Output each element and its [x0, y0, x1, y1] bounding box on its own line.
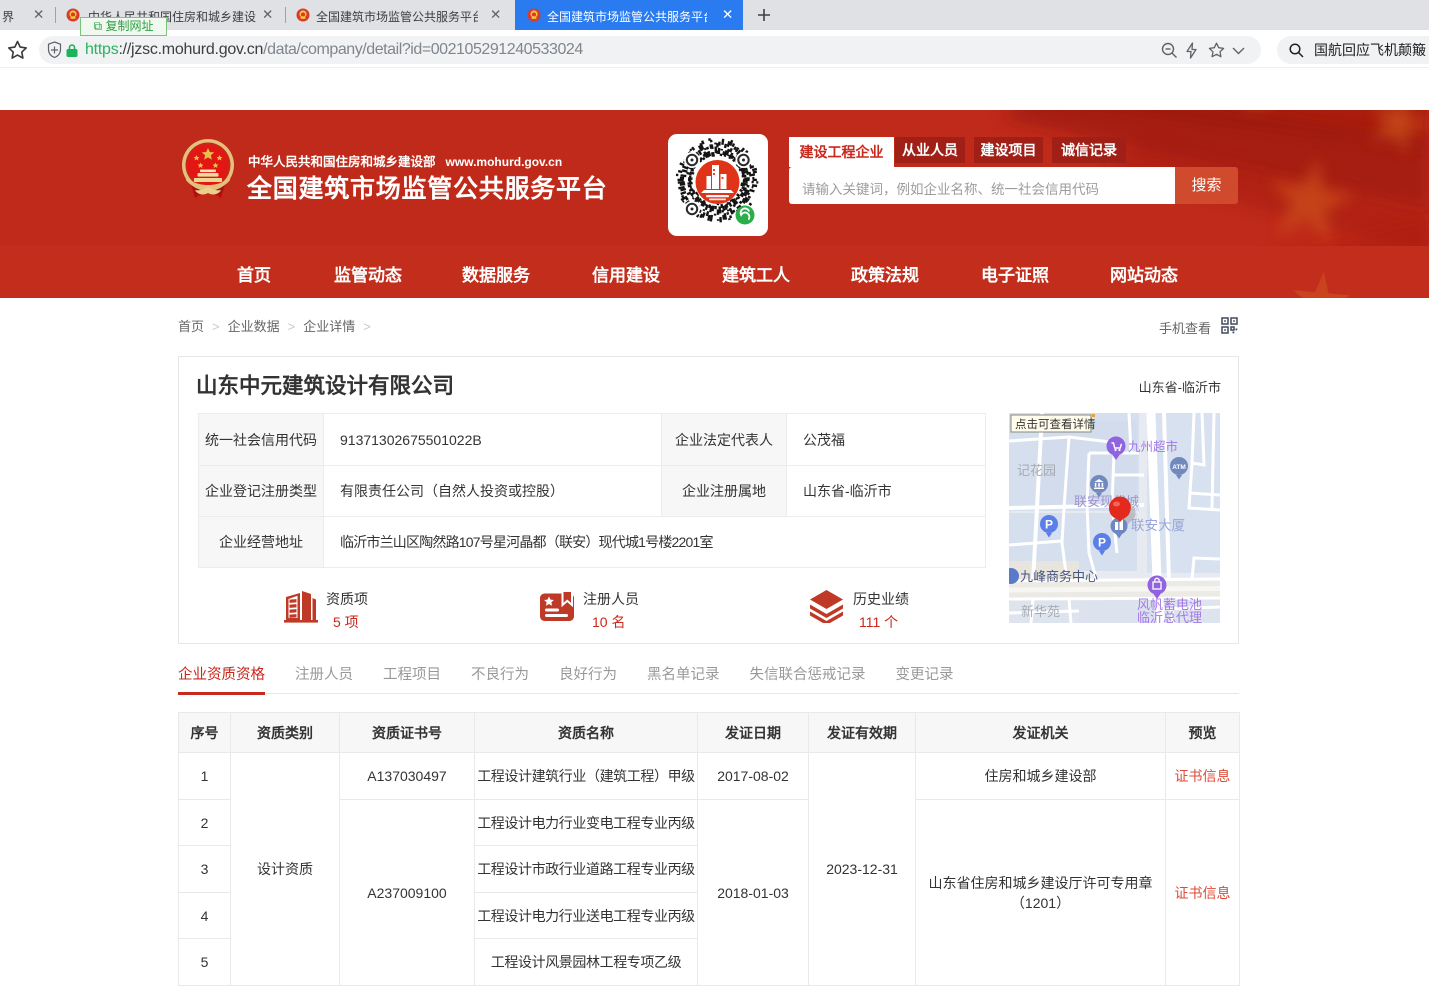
- svg-text:新华苑: 新华苑: [1021, 604, 1060, 619]
- svg-text:ATM: ATM: [1172, 464, 1186, 471]
- svg-text:联安大厦: 联安大厦: [1131, 518, 1185, 533]
- svg-text:临沂总代理: 临沂总代理: [1137, 610, 1202, 623]
- svg-text:记花园: 记花园: [1017, 463, 1056, 478]
- svg-text:P: P: [1045, 518, 1053, 532]
- svg-text:九峰商务中心: 九峰商务中心: [1020, 569, 1098, 584]
- svg-text:点击可查看详情: 点击可查看详情: [1015, 417, 1096, 431]
- svg-text:九州超市: 九州超市: [1128, 439, 1178, 454]
- svg-text:P: P: [1098, 536, 1106, 550]
